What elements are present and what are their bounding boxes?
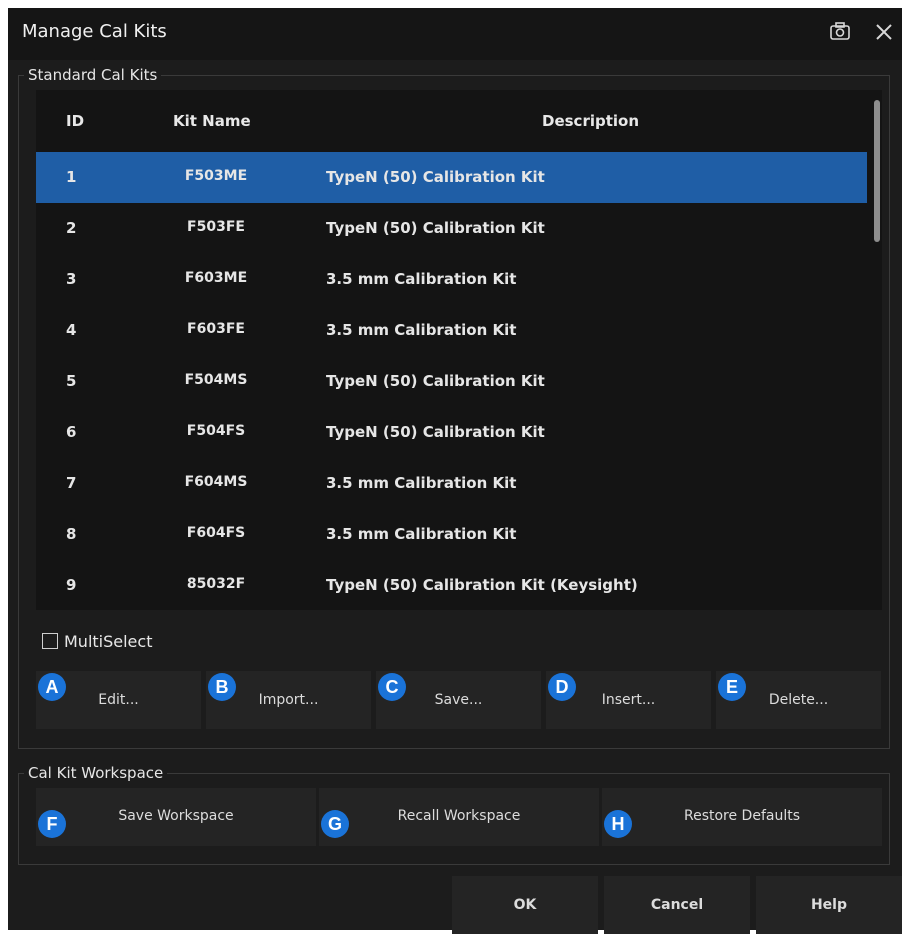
callout-badge: E (718, 673, 746, 701)
cell-kit-name: 85032F (186, 576, 246, 592)
cell-description: 3.5 mm Calibration Kit (326, 270, 517, 288)
cell-id: 4 (66, 321, 77, 339)
cancel-button[interactable]: Cancel (604, 876, 750, 934)
help-button[interactable]: Help (756, 876, 902, 934)
ok-label: OK (513, 897, 537, 913)
scrollbar-thumb[interactable] (874, 100, 880, 242)
cell-description: 3.5 mm Calibration Kit (326, 474, 517, 492)
cell-id: 5 (66, 372, 77, 390)
cell-kit-name: F504MS (184, 372, 248, 388)
cell-id: 9 (66, 576, 77, 594)
table-row[interactable]: 4 F603FE 3.5 mm Calibration Kit (36, 305, 867, 356)
table-row[interactable]: 9 85032F TypeN (50) Calibration Kit (Keysi… (36, 560, 867, 611)
close-icon[interactable] (870, 18, 898, 46)
table-row[interactable]: 2 F503FE TypeN (50) Calibration Kit (36, 203, 867, 254)
cell-kit-name: F503FE (187, 219, 245, 235)
header-kit-name[interactable]: Kit Name (173, 112, 251, 130)
workspace-button-h[interactable]: H Restore Defaults (602, 788, 882, 846)
cell-description: TypeN (50) Calibration Kit (326, 168, 545, 186)
ok-button[interactable]: OK (452, 876, 598, 934)
cell-description: TypeN (50) Calibration Kit (326, 372, 545, 390)
cell-id: 3 (66, 270, 77, 288)
multiselect-box[interactable] (42, 633, 58, 649)
cell-id: 2 (66, 219, 77, 237)
button-label: Insert... (601, 692, 656, 708)
table-row[interactable]: 3 F603ME 3.5 mm Calibration Kit (36, 254, 867, 305)
kit-action-button-b[interactable]: B Import... (206, 671, 371, 729)
cell-kit-name: F604MS (184, 474, 248, 490)
kit-action-button-a[interactable]: A Edit... (36, 671, 201, 729)
multiselect-label: MultiSelect (64, 632, 153, 651)
title-bar: Manage Cal Kits (8, 8, 902, 60)
button-label: Delete... (768, 692, 829, 708)
cancel-label: Cancel (650, 897, 704, 913)
workspace-button-f[interactable]: F Save Workspace (36, 788, 316, 846)
table-row[interactable]: 1 F503ME TypeN (50) Calibration Kit (36, 152, 867, 203)
cell-description: 3.5 mm Calibration Kit (326, 321, 517, 339)
callout-badge: G (321, 810, 349, 838)
screenshot-icon[interactable] (826, 18, 854, 46)
dialog-title: Manage Cal Kits (22, 21, 167, 42)
multiselect-checkbox[interactable]: MultiSelect (42, 632, 152, 652)
cell-description: TypeN (50) Calibration Kit (326, 423, 545, 441)
cell-id: 6 (66, 423, 77, 441)
table-row[interactable]: 5 F504MS TypeN (50) Calibration Kit (36, 356, 867, 407)
callout-badge: B (208, 673, 236, 701)
button-label: Restore Defaults (683, 808, 801, 824)
kit-action-button-c[interactable]: C Save... (376, 671, 541, 729)
cell-id: 7 (66, 474, 77, 492)
header-description[interactable]: Description (542, 112, 639, 130)
table-row[interactable]: 6 F504FS TypeN (50) Calibration Kit (36, 407, 867, 458)
cell-id: 1 (66, 168, 77, 186)
kit-action-button-d[interactable]: D Insert... (546, 671, 711, 729)
callout-badge: H (604, 810, 632, 838)
callout-badge: A (38, 673, 66, 701)
cell-kit-name: F603ME (184, 270, 248, 286)
button-label: Recall Workspace (397, 808, 521, 824)
cal-kit-workspace-label: Cal Kit Workspace (24, 764, 168, 782)
cell-kit-name: F503ME (184, 168, 248, 184)
kit-action-button-e[interactable]: E Delete... (716, 671, 881, 729)
standard-cal-kits-label: Standard Cal Kits (24, 66, 162, 84)
manage-cal-kits-dialog: Manage Cal Kits Standard Cal Kits ID Kit… (8, 8, 902, 934)
table-row[interactable]: 7 F604MS 3.5 mm Calibration Kit (36, 458, 867, 509)
button-label: Edit... (98, 692, 139, 708)
header-id[interactable]: ID (66, 112, 84, 130)
cell-description: TypeN (50) Calibration Kit (Keysight) (326, 576, 638, 594)
callout-badge: D (548, 673, 576, 701)
cell-kit-name: F603FE (187, 321, 245, 337)
cal-kit-table: ID Kit Name Description 1 F503ME TypeN (50… (36, 90, 882, 610)
table-row[interactable]: 8 F604FS 3.5 mm Calibration Kit (36, 509, 867, 560)
callout-badge: F (38, 810, 66, 838)
cell-kit-name: F504FS (186, 423, 246, 439)
cell-description: 3.5 mm Calibration Kit (326, 525, 517, 543)
vertical-scrollbar[interactable] (872, 90, 882, 610)
callout-badge: C (378, 673, 406, 701)
help-label: Help (810, 897, 848, 913)
workspace-button-g[interactable]: G Recall Workspace (319, 788, 599, 846)
cell-id: 8 (66, 525, 77, 543)
cell-description: TypeN (50) Calibration Kit (326, 219, 545, 237)
button-label: Save Workspace (118, 808, 234, 824)
button-label: Import... (258, 692, 319, 708)
button-label: Save... (434, 692, 483, 708)
cell-kit-name: F604FS (186, 525, 246, 541)
